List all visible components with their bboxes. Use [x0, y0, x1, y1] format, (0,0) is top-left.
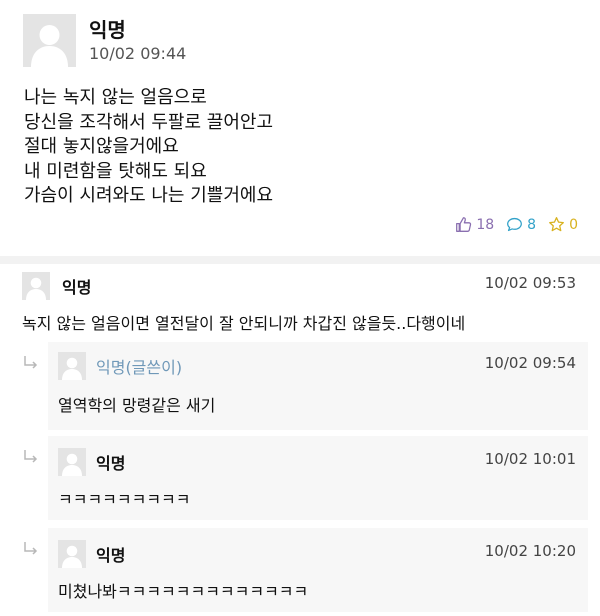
- default-avatar-icon: [58, 352, 86, 380]
- like-count: 18: [476, 216, 495, 233]
- comment-item: 익명 10/02 09:53 녹지 않는 얼음이면 열전달이 잘 안되니까 차갑…: [0, 264, 600, 340]
- reply-author: 익명(글쓴이): [96, 358, 183, 377]
- comment-count-button[interactable]: 8: [506, 216, 536, 233]
- post-time: 10/02 09:44: [89, 44, 187, 63]
- default-avatar-icon: [58, 540, 86, 568]
- reply-author: 익명: [96, 546, 126, 565]
- comment-time: 10/02 09:53: [484, 274, 576, 292]
- reply-text: ㅋㅋㅋㅋㅋㅋㅋㅋㅋ: [58, 490, 191, 509]
- post-line: 절대 놓지않을거에요: [24, 136, 179, 157]
- thumbs-up-icon: [455, 216, 472, 233]
- default-avatar-icon: [23, 14, 76, 67]
- post-line: 가슴이 시려와도 나는 기쁠거에요: [24, 185, 274, 206]
- scrap-count: 0: [569, 216, 578, 233]
- comment-count: 8: [527, 216, 537, 233]
- reply-time: 10/02 09:54: [484, 354, 576, 372]
- reply-text: 열역학의 망령같은 새기: [58, 396, 216, 415]
- reply-text: 미쳤나봐ㅋㅋㅋㅋㅋㅋㅋㅋㅋㅋㅋㅋㅋ: [58, 582, 309, 601]
- post-stats: 18 8 0: [455, 216, 578, 233]
- reply-author: 익명: [96, 454, 126, 473]
- reply-time: 10/02 10:01: [484, 450, 576, 468]
- reply-item: 익명(글쓴이) 10/02 09:54 열역학의 망령같은 새기: [48, 342, 588, 430]
- comment-text: 녹지 않는 얼음이면 열전달이 잘 안되니까 차갑진 않을듯..다행이네: [22, 314, 466, 333]
- section-divider: [0, 256, 600, 264]
- post-line: 당신을 조각해서 두팔로 끌어안고: [24, 111, 274, 133]
- default-avatar-icon: [22, 272, 50, 300]
- star-icon: [548, 216, 565, 233]
- like-button[interactable]: 18: [455, 216, 494, 233]
- post-body: 나는 녹지 않는 얼음으로 당신을 조각해서 두팔로 끌어안고 절대 놓지않을거…: [24, 86, 584, 209]
- speech-bubble-icon: [506, 216, 523, 233]
- reply-arrow-icon: [22, 540, 40, 558]
- reply-arrow-icon: [22, 448, 40, 466]
- default-avatar-icon: [58, 448, 86, 476]
- reply-item: 익명 10/02 10:01 ㅋㅋㅋㅋㅋㅋㅋㅋㅋ: [48, 436, 588, 520]
- comment-author: 익명: [62, 278, 92, 297]
- reply-item: 익명 10/02 10:20 미쳤나봐ㅋㅋㅋㅋㅋㅋㅋㅋㅋㅋㅋㅋㅋ: [48, 528, 588, 612]
- post-line: 내 미련함을 탓해도 되요: [24, 160, 207, 182]
- scrap-button[interactable]: 0: [548, 216, 578, 233]
- reply-arrow-icon: [22, 354, 40, 372]
- reply-time: 10/02 10:20: [484, 542, 576, 560]
- post: 익명 10/02 09:44 나는 녹지 않는 얼음으로 당신을 조각해서 두팔…: [0, 0, 600, 256]
- article-page: 익명 10/02 09:44 나는 녹지 않는 얼음으로 당신을 조각해서 두팔…: [0, 0, 600, 616]
- post-author: 익명: [89, 18, 126, 42]
- post-line: 나는 녹지 않는 얼음으로: [24, 87, 207, 108]
